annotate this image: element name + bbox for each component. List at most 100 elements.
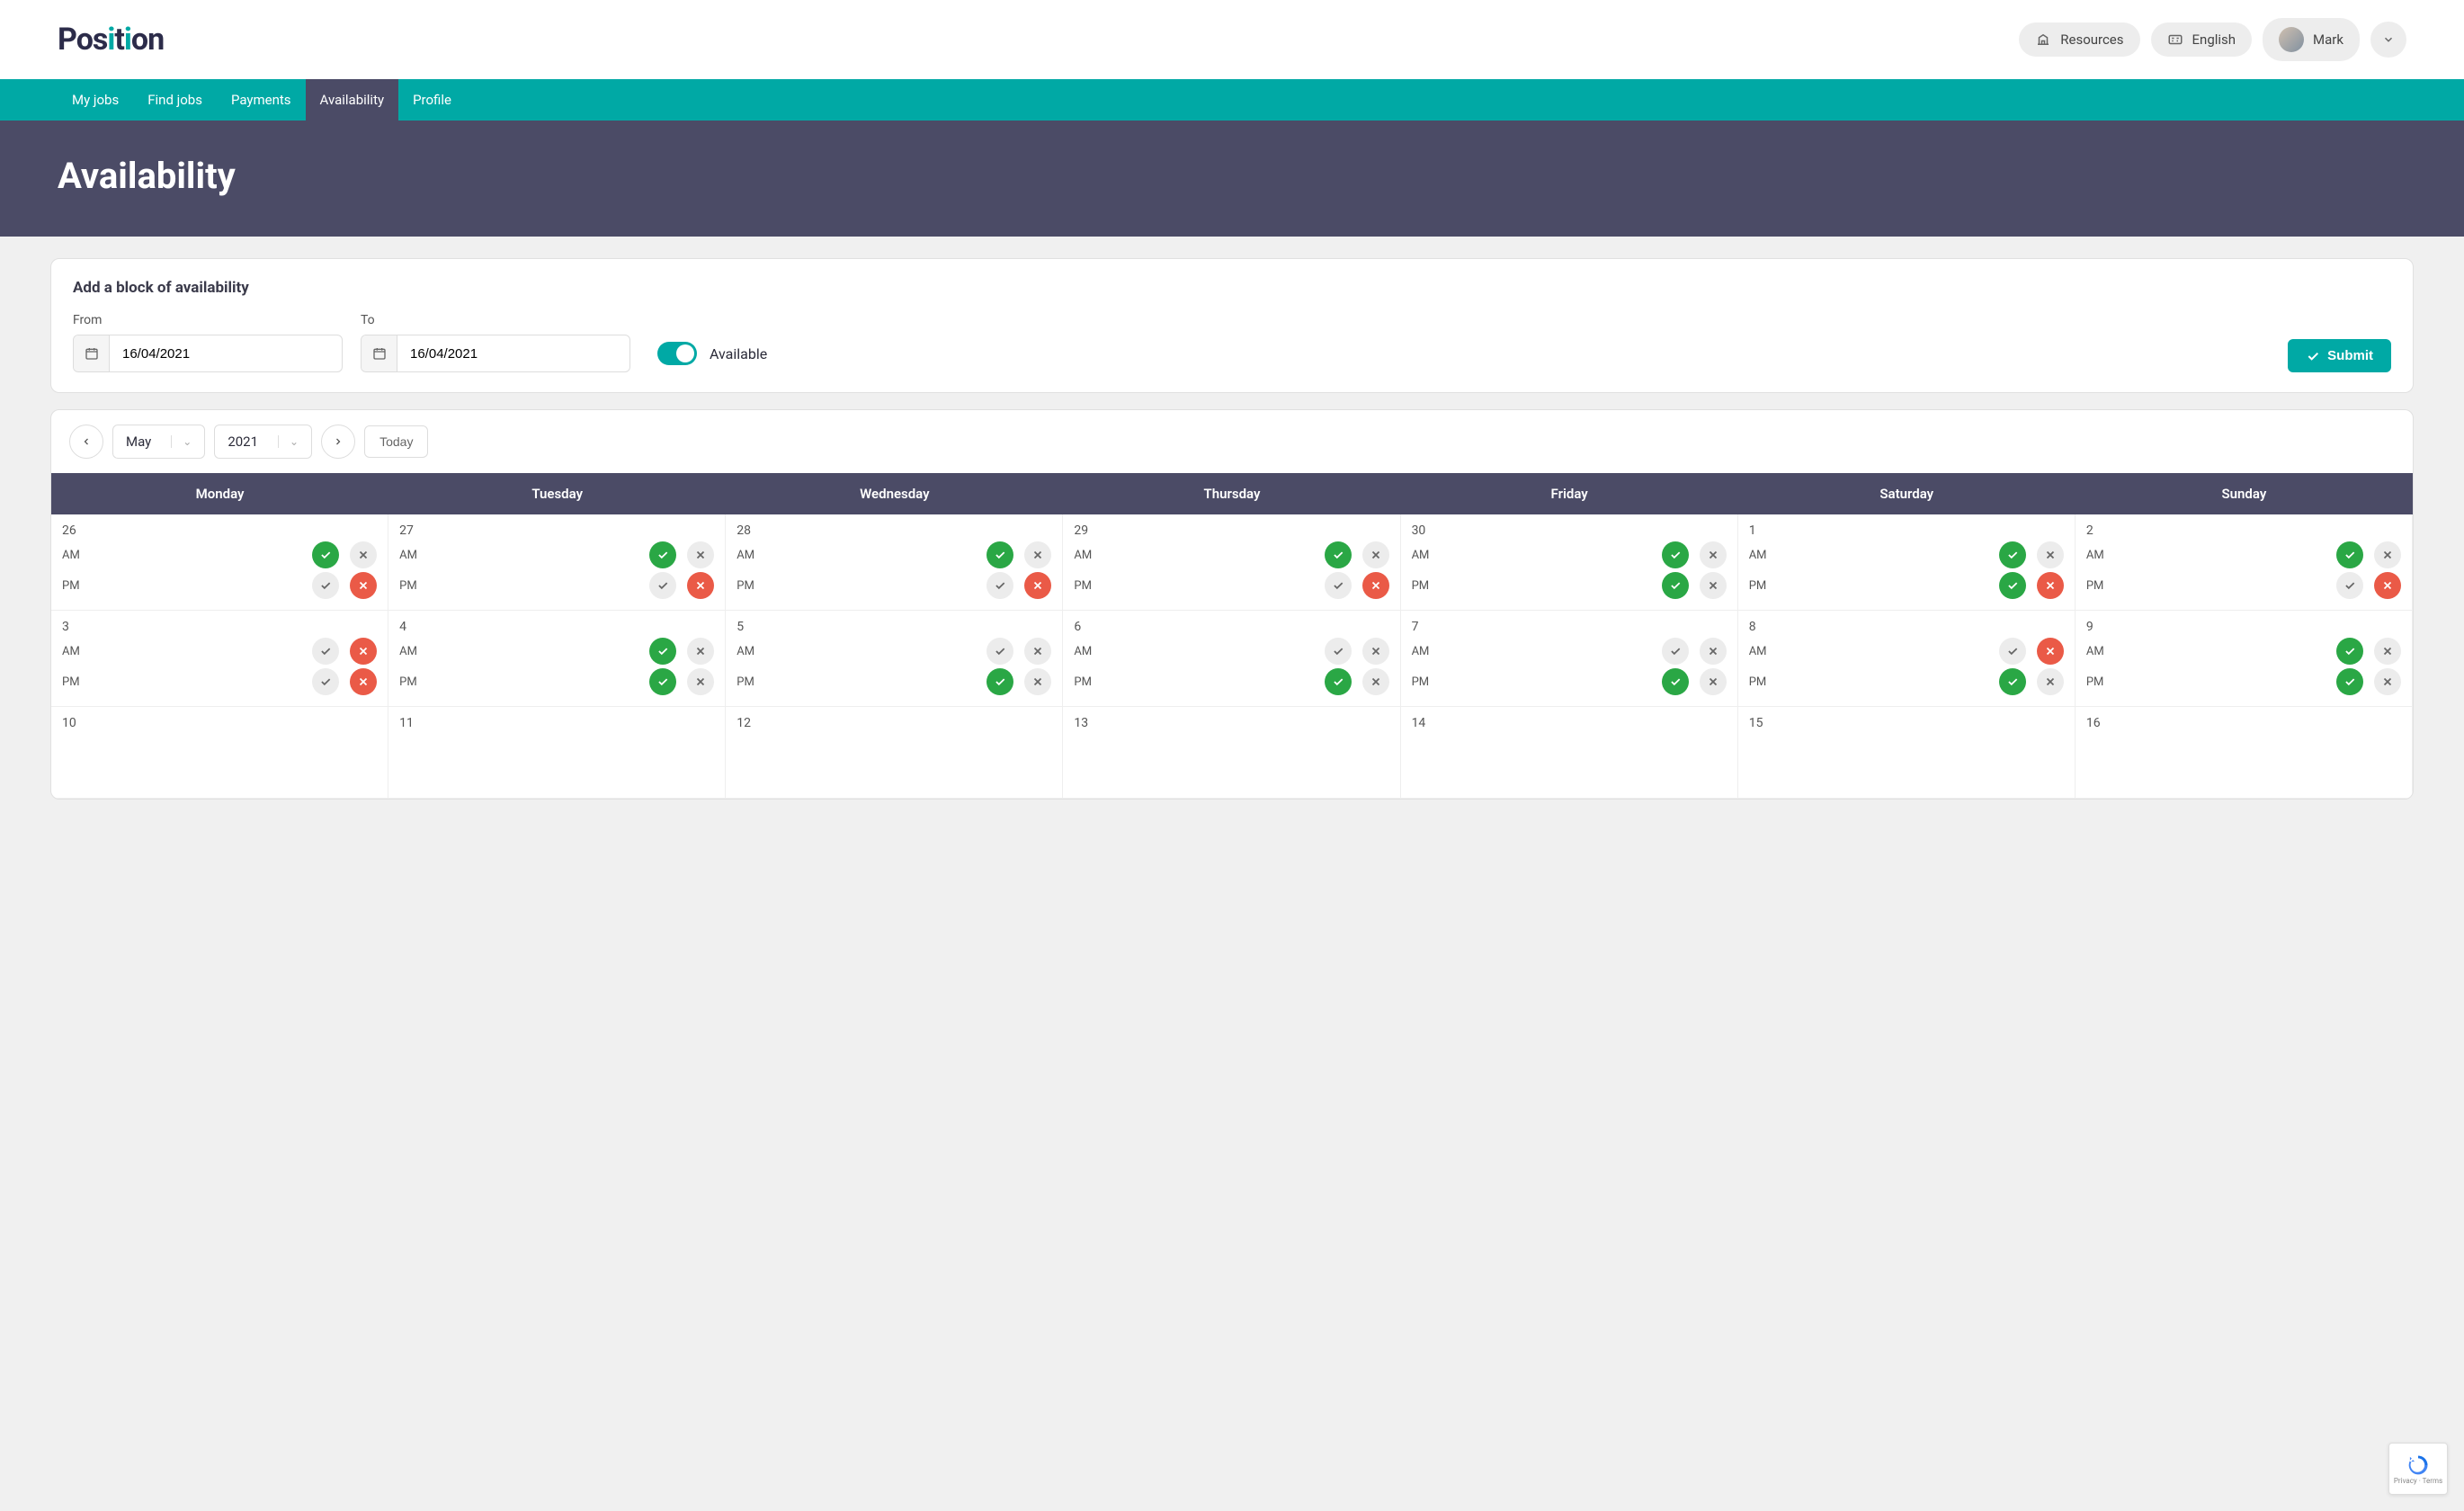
pm-available-button[interactable] bbox=[1325, 668, 1352, 695]
am-unavailable-button[interactable] bbox=[2037, 638, 2064, 665]
pm-unavailable-button[interactable] bbox=[1024, 668, 1051, 695]
pm-unavailable-button[interactable] bbox=[687, 668, 714, 695]
page-hero: Availability bbox=[0, 121, 2464, 237]
pm-available-button[interactable] bbox=[986, 572, 1013, 599]
am-unavailable-button[interactable] bbox=[2374, 541, 2401, 568]
calendar-icon bbox=[362, 335, 397, 371]
chevron-right-icon bbox=[333, 436, 344, 447]
prev-month-button[interactable] bbox=[69, 425, 103, 459]
am-available-button[interactable] bbox=[1999, 638, 2026, 665]
user-name: Mark bbox=[2313, 31, 2343, 48]
am-unavailable-button[interactable] bbox=[1362, 541, 1389, 568]
pm-unavailable-button[interactable] bbox=[1362, 572, 1389, 599]
pm-unavailable-button[interactable] bbox=[2037, 668, 2064, 695]
pm-available-button[interactable] bbox=[1325, 572, 1352, 599]
pm-available-button[interactable] bbox=[1999, 572, 2026, 599]
am-label: AM bbox=[1412, 549, 1437, 562]
am-available-button[interactable] bbox=[1325, 638, 1352, 665]
user-menu-chevron[interactable] bbox=[2370, 22, 2406, 58]
am-unavailable-button[interactable] bbox=[2037, 541, 2064, 568]
pm-available-button[interactable] bbox=[649, 668, 676, 695]
am-unavailable-button[interactable] bbox=[350, 541, 377, 568]
pm-available-button[interactable] bbox=[2336, 668, 2363, 695]
calendar-cell: 27AMPM bbox=[388, 514, 726, 611]
pm-available-button[interactable] bbox=[1662, 572, 1689, 599]
calendar-cell: 30AMPM bbox=[1401, 514, 1738, 611]
next-month-button[interactable] bbox=[321, 425, 355, 459]
to-date-input[interactable] bbox=[361, 335, 630, 372]
pm-available-button[interactable] bbox=[312, 668, 339, 695]
chevron-down-icon: ⌄ bbox=[171, 435, 192, 448]
am-available-button[interactable] bbox=[1662, 638, 1689, 665]
day-number: 5 bbox=[737, 620, 1051, 634]
am-unavailable-button[interactable] bbox=[1700, 541, 1727, 568]
calendar-icon bbox=[74, 335, 110, 371]
calendar-cell: 3AMPM bbox=[51, 611, 388, 707]
to-date-field[interactable] bbox=[397, 337, 629, 371]
today-button[interactable]: Today bbox=[364, 425, 428, 458]
add-block-card: Add a block of availability From To Avai… bbox=[50, 258, 2414, 393]
pm-available-button[interactable] bbox=[1662, 668, 1689, 695]
pm-unavailable-button[interactable] bbox=[1700, 668, 1727, 695]
am-available-button[interactable] bbox=[312, 541, 339, 568]
pm-available-button[interactable] bbox=[2336, 572, 2363, 599]
am-available-button[interactable] bbox=[1999, 541, 2026, 568]
pm-unavailable-button[interactable] bbox=[2374, 572, 2401, 599]
pm-available-button[interactable] bbox=[649, 572, 676, 599]
am-unavailable-button[interactable] bbox=[2374, 638, 2401, 665]
nav-item-find-jobs[interactable]: Find jobs bbox=[133, 79, 217, 121]
day-number: 26 bbox=[62, 523, 377, 538]
pm-unavailable-button[interactable] bbox=[2374, 668, 2401, 695]
pm-available-button[interactable] bbox=[986, 668, 1013, 695]
from-date-input[interactable] bbox=[73, 335, 343, 372]
pm-unavailable-button[interactable] bbox=[2037, 572, 2064, 599]
am-unavailable-button[interactable] bbox=[350, 638, 377, 665]
year-select[interactable]: 2021⌄ bbox=[214, 425, 312, 459]
page-title: Availability bbox=[58, 155, 2406, 197]
chevron-left-icon bbox=[81, 436, 92, 447]
pm-label: PM bbox=[62, 579, 87, 593]
pm-available-button[interactable] bbox=[312, 572, 339, 599]
am-unavailable-button[interactable] bbox=[1024, 638, 1051, 665]
pm-available-button[interactable] bbox=[1999, 668, 2026, 695]
am-available-button[interactable] bbox=[312, 638, 339, 665]
pm-unavailable-button[interactable] bbox=[350, 668, 377, 695]
language-selector[interactable]: English bbox=[2151, 22, 2253, 57]
am-unavailable-button[interactable] bbox=[1362, 638, 1389, 665]
day-number: 11 bbox=[399, 716, 714, 730]
calendar-cell: 28AMPM bbox=[726, 514, 1063, 611]
am-unavailable-button[interactable] bbox=[687, 541, 714, 568]
from-date-field[interactable] bbox=[110, 337, 342, 371]
am-available-button[interactable] bbox=[1325, 541, 1352, 568]
nav-item-my-jobs[interactable]: My jobs bbox=[58, 79, 133, 121]
am-label: AM bbox=[1749, 645, 1774, 658]
pm-unavailable-button[interactable] bbox=[350, 572, 377, 599]
day-number: 10 bbox=[62, 716, 377, 730]
pm-unavailable-button[interactable] bbox=[1362, 668, 1389, 695]
resources-button[interactable]: Resources bbox=[2019, 22, 2139, 57]
pm-label: PM bbox=[62, 675, 87, 689]
am-unavailable-button[interactable] bbox=[687, 638, 714, 665]
available-toggle[interactable] bbox=[657, 342, 697, 365]
am-unavailable-button[interactable] bbox=[1700, 638, 1727, 665]
am-available-button[interactable] bbox=[1662, 541, 1689, 568]
user-menu[interactable]: Mark bbox=[2263, 18, 2360, 61]
language-label: English bbox=[2192, 31, 2236, 48]
am-unavailable-button[interactable] bbox=[1024, 541, 1051, 568]
month-select[interactable]: May⌄ bbox=[112, 425, 205, 459]
pm-unavailable-button[interactable] bbox=[1700, 572, 1727, 599]
am-available-button[interactable] bbox=[986, 541, 1013, 568]
submit-button[interactable]: Submit bbox=[2288, 339, 2391, 372]
am-available-button[interactable] bbox=[986, 638, 1013, 665]
nav-item-availability[interactable]: Availability bbox=[306, 79, 399, 121]
day-number: 8 bbox=[1749, 620, 2064, 634]
pm-unavailable-button[interactable] bbox=[687, 572, 714, 599]
am-available-button[interactable] bbox=[649, 541, 676, 568]
am-available-button[interactable] bbox=[2336, 638, 2363, 665]
am-available-button[interactable] bbox=[649, 638, 676, 665]
pm-label: PM bbox=[2086, 579, 2111, 593]
am-available-button[interactable] bbox=[2336, 541, 2363, 568]
nav-item-profile[interactable]: Profile bbox=[398, 79, 466, 121]
nav-item-payments[interactable]: Payments bbox=[217, 79, 306, 121]
pm-unavailable-button[interactable] bbox=[1024, 572, 1051, 599]
